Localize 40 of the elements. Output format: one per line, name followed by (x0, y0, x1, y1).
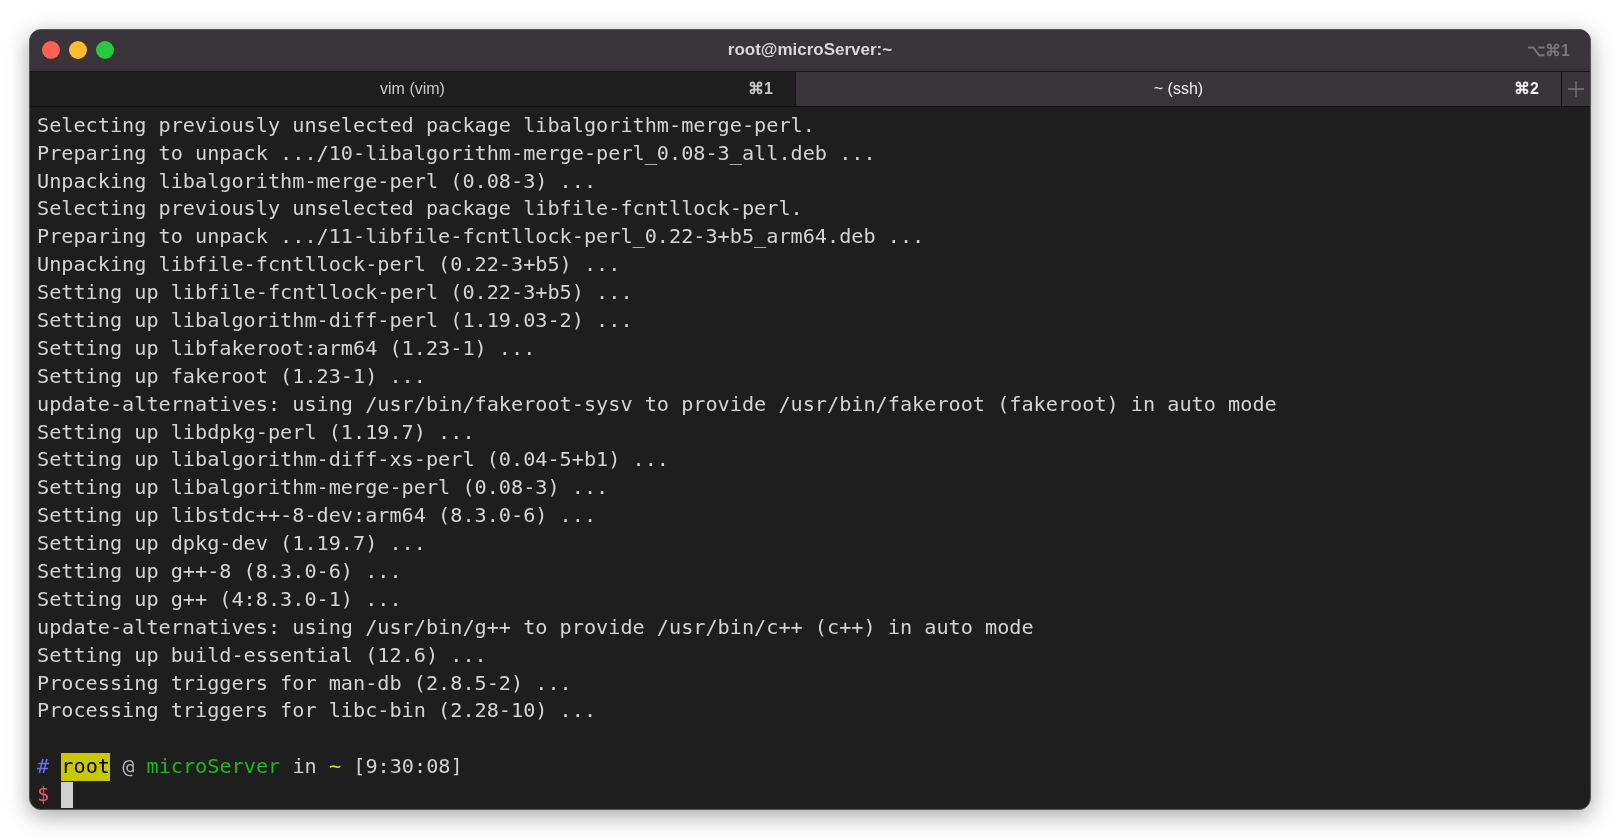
window-shortcut: ⌥⌘1 (1527, 40, 1570, 60)
output-line: Processing triggers for man-db (2.8.5-2) ... (37, 670, 572, 695)
output-line: Setting up dpkg-dev (1.19.7) ... (37, 531, 426, 556)
output-line: Unpacking libalgorithm-merge-perl (0.08-3) ... (37, 168, 597, 193)
output-line: Setting up libfakeroot:arm64 (1.23-1) ... (37, 335, 536, 360)
output-line: Setting up libalgorithm-diff-xs-perl (0.04-5+b1) ... (37, 447, 669, 472)
output-line: Setting up libdpkg-perl (1.19.7) ... (37, 419, 475, 444)
zoom-button[interactable] (96, 41, 114, 60)
prompt-text: in (292, 753, 317, 781)
output-line: Selecting previously unselected package libalgorithm-merge-perl. (37, 112, 815, 137)
output-line: Setting up fakeroot (1.23-1) ... (37, 363, 426, 388)
output-line: Unpacking libfile-fcntllock-perl (0.22-3+b5) ... (37, 252, 621, 277)
output-line: Setting up build-essential (12.6) ... (37, 642, 487, 667)
output-line: Setting up g++-8 (8.3.0-6) ... (37, 559, 402, 583)
prompt-text: @ (122, 753, 135, 781)
output-line: update-alternatives: using /usr/bin/g++ to provide /usr/bin/c++ (c++) in auto mode (37, 614, 1034, 639)
close-button[interactable] (42, 41, 60, 60)
plus-icon (1567, 79, 1585, 98)
minimize-button[interactable] (69, 41, 87, 60)
text-cursor (61, 782, 74, 809)
window-title: root@microServer:~ (727, 40, 893, 61)
tab[interactable]: ~ (ssh) ⌘2 (796, 71, 1562, 106)
output-line: Selecting previously unselected package libfile-fcntllock-perl. (37, 196, 803, 221)
prompt-text: root (61, 753, 110, 782)
output-line: Preparing to unpack .../11-libfile-fcntllock-perl_0.22-3+b5_arm64.deb ... (37, 224, 925, 249)
tab[interactable]: vim (vim) ⌘1 (30, 71, 796, 106)
output-line: Setting up libalgorithm-diff-perl (1.19.03-2) ... (37, 307, 633, 332)
output-line: update-alternatives: using /usr/bin/fakeroot-sysv to provide /usr/bin/fakeroot (fakeroot) in auto mode (37, 391, 1277, 416)
output-line: Setting up g++ (4:8.3.0-1) ... (37, 586, 402, 611)
output-line: Setting up libfile-fcntllock-perl (0.22-3+b5) ... (37, 280, 633, 305)
prompt-text: # (37, 753, 50, 781)
prompt-text: ~ (328, 753, 342, 781)
output-line: Setting up libstdc++-8-dev:arm64 (8.3.0-6) ... (37, 503, 597, 528)
prompt-symbol: $ (37, 781, 50, 809)
output-line: Setting up libalgorithm-merge-perl (0.08-3) ... (37, 475, 609, 500)
prompt-text: microServer (146, 753, 281, 781)
prompt-text: [9:30:08] (353, 753, 463, 781)
new-tab-button[interactable] (1562, 71, 1590, 106)
output-line: Processing triggers for libc-bin (2.28-10) ... (37, 698, 597, 723)
output-line: Preparing to unpack .../10-libalgorithm-merge-perl_0.08-3_all.deb ... (37, 140, 876, 165)
